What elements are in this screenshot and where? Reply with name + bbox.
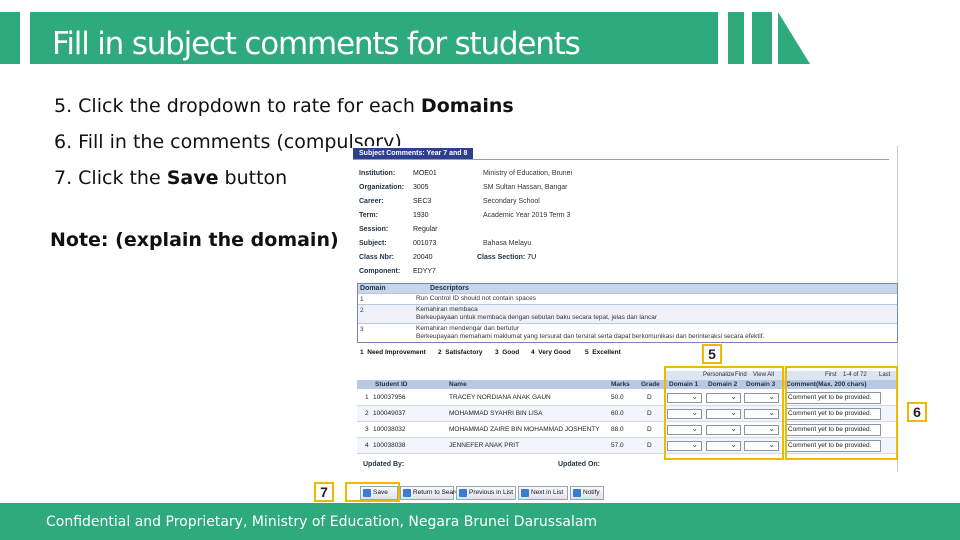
return-to-search-button[interactable]: Return to Search — [400, 486, 462, 500]
previous-in-list-button[interactable]: Previous in List — [456, 486, 516, 500]
domain-row: 2 Kemahiran membaca Berkeupayaan untuk me… — [358, 304, 897, 323]
updated-on-label: Updated On: — [558, 461, 600, 468]
instruction-step-5: 5. Click the dropdown to rate for each D… — [54, 95, 514, 117]
decor-triangle — [778, 12, 810, 64]
info-label: Institution: — [359, 170, 396, 177]
domain-table-header: Domain Descriptors — [358, 284, 897, 293]
title-banner: Fill in subject comments for students — [0, 12, 720, 64]
info-value: 001073 — [413, 240, 437, 247]
student-marks: 88.0 — [611, 426, 624, 433]
student-id: 100038032 — [373, 426, 406, 433]
student-name: JENNEFER ANAK PRIT — [449, 442, 520, 449]
legend-3: 3 Good — [495, 349, 520, 356]
info-label: Career: — [359, 198, 384, 205]
row-index: 1 — [365, 394, 369, 401]
info-label: Term: — [359, 212, 378, 219]
previous-icon — [459, 489, 467, 497]
decor-bar-1 — [728, 12, 744, 64]
domain-number: 2 — [360, 307, 364, 314]
domain-note: Note: (explain the domain) — [50, 229, 339, 251]
col-marks[interactable]: Marks — [611, 380, 630, 389]
info-value: 1930 — [413, 212, 429, 219]
instruction-step-7: 7. Click the Save button — [54, 167, 288, 189]
student-grade: D — [647, 394, 652, 401]
instruction-step-6: 6. Fill in the comments (compulsory) — [54, 131, 402, 153]
domain-dropdowns-highlight — [664, 366, 784, 460]
info-label: Subject: — [359, 240, 387, 247]
notify-icon — [573, 489, 581, 497]
col-student-id[interactable]: Student ID — [375, 380, 408, 389]
student-name: TRACEY NORDIANA ANAK GAUN — [449, 394, 551, 401]
row-index: 4 — [365, 442, 369, 449]
info-label: Component: — [359, 268, 401, 275]
student-id: 100049037 — [373, 410, 406, 417]
student-grade: D — [647, 410, 652, 417]
info-description: SM Sultan Hassan, Bangar — [483, 184, 568, 191]
col-name[interactable]: Name — [449, 380, 467, 389]
student-grade: D — [647, 426, 652, 433]
student-marks: 57.0 — [611, 442, 624, 449]
step-marker-7: 7 — [314, 482, 334, 502]
student-grade: D — [647, 442, 652, 449]
info-value: 3005 — [413, 184, 429, 191]
decor-bar-2 — [752, 12, 772, 64]
notify-button[interactable]: Notify — [570, 486, 604, 500]
info-description: Ministry of Education, Brunei — [483, 170, 573, 177]
domain-descriptor: Run Control ID should not contain spaces — [416, 295, 536, 302]
domain-number: 3 — [360, 326, 364, 333]
info-value: EDYY7 — [413, 268, 436, 275]
footer-text: Confidential and Proprietary, Ministry o… — [46, 514, 598, 530]
save-button[interactable]: Save — [360, 486, 398, 500]
student-name: MOHAMMAD ZAIRE BIN MOHAMMAD JOSHENTY — [449, 426, 600, 433]
domain-table: Domain Descriptors 1 Run Control ID shoul… — [357, 283, 898, 343]
panel-divider — [353, 159, 889, 160]
info-description: Academic Year 2019 Term 3 — [483, 212, 571, 219]
page-title: Fill in subject comments for students — [52, 26, 581, 62]
info-value: MOE01 — [413, 170, 437, 177]
legend-5: 5 Excellent — [585, 349, 621, 356]
student-id: 100038038 — [373, 442, 406, 449]
comments-highlight — [785, 366, 898, 460]
info-value: SEC3 — [413, 198, 432, 205]
info-description: Secondary School — [483, 198, 540, 205]
footer-bar: Confidential and Proprietary, Ministry o… — [0, 503, 960, 540]
legend-4: 4 Very Good — [531, 349, 571, 356]
info-value: 20040 — [413, 254, 433, 261]
info-description: Bahasa Melayu — [483, 240, 532, 247]
domain-descriptor: Kemahiran mendengar dan bertutur Berkeup… — [416, 325, 765, 340]
student-name: MOHAMMAD SYAHRI BIN LISA — [449, 410, 543, 417]
col-grade[interactable]: Grade — [641, 380, 660, 389]
save-icon — [363, 489, 371, 497]
domain-descriptor: Kemahiran membaca Berkeupayaan untuk mem… — [416, 306, 658, 321]
updated-by-label: Updated By: — [363, 461, 405, 468]
legend-2: 2 Satisfactory — [438, 349, 483, 356]
step-marker-5: 5 — [702, 344, 722, 364]
info-label: Class Nbr: — [359, 254, 395, 261]
domain-number: 1 — [360, 296, 364, 303]
domain-row: 3 Kemahiran mendengar dan bertutur Berkeu… — [358, 323, 897, 342]
row-index: 3 — [365, 426, 369, 433]
return-icon — [403, 489, 411, 497]
info-label: Session: — [359, 226, 389, 233]
row-index: 2 — [365, 410, 369, 417]
legend-1: 1 Need Improvement — [360, 349, 426, 356]
student-marks: 50.0 — [611, 394, 624, 401]
student-marks: 60.0 — [611, 410, 624, 417]
next-icon — [521, 489, 529, 497]
class-section: Class Section: 7U — [477, 254, 537, 261]
title-stripe-left — [0, 12, 20, 64]
info-value: Regular — [413, 226, 438, 233]
next-in-list-button[interactable]: Next in List — [518, 486, 568, 500]
student-id: 100037956 — [373, 394, 406, 401]
domain-row: 1 Run Control ID should not contain space… — [358, 293, 897, 304]
step-marker-6: 6 — [907, 402, 927, 422]
info-label: Organization: — [359, 184, 405, 191]
